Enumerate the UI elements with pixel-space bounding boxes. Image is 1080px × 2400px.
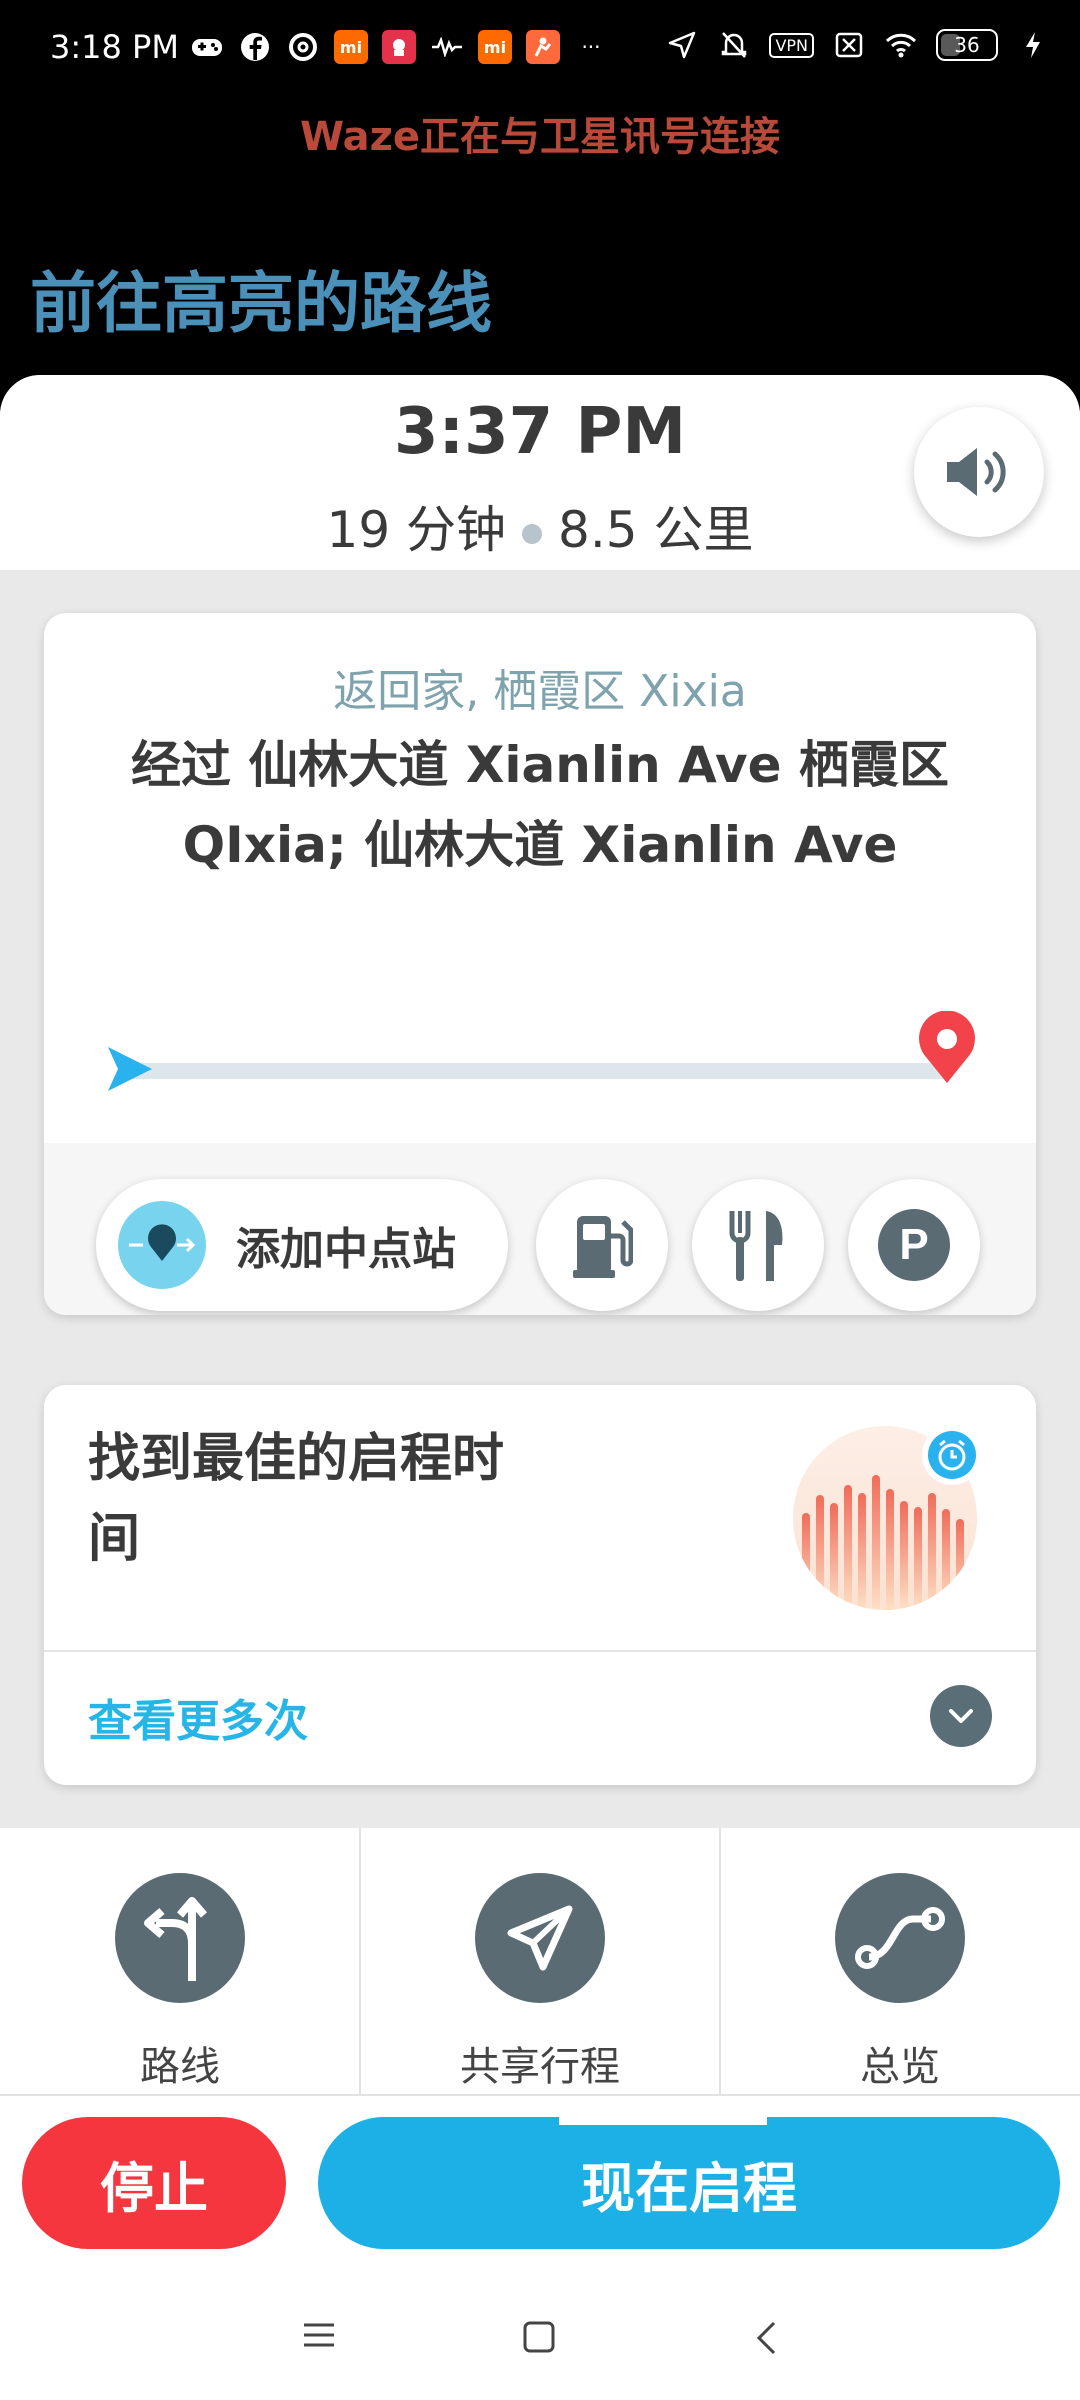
overview-tab-label: 总览 [860, 2044, 940, 2090]
threads-icon [286, 30, 320, 64]
orange-app-icon [526, 30, 560, 64]
charging-bolt-icon [1016, 28, 1050, 62]
expand-chevron-button[interactable] [930, 1685, 992, 1747]
route-actions: 添加中点站 P [44, 1143, 1036, 1315]
vpn-icon: VPN [769, 32, 814, 58]
best-departure-title: 找到最佳的启程时间 [88, 1429, 505, 1569]
route-panel: 3:37 PM 19 分钟 8.5 公里 返回家, 栖霞区 Xixia 经过 仙林… [0, 375, 1080, 2400]
overview-tab[interactable]: 总览 [720, 1828, 1080, 2094]
route-destination: 返回家, 栖霞区 Xixia [333, 666, 747, 717]
trip-distance: 8.5 公里 [558, 501, 754, 559]
send-arrow-icon [475, 1873, 605, 2003]
game-controller-icon [190, 30, 224, 64]
eta-header: 3:37 PM 19 分钟 8.5 公里 [0, 375, 1080, 570]
add-stop-button[interactable]: 添加中点站 [96, 1179, 508, 1311]
route-card[interactable]: 返回家, 栖霞区 Xixia 经过 仙林大道 Xianlin Ave 栖霞区 Q… [44, 613, 1036, 1315]
battery-level: 36 [954, 33, 980, 57]
route-progress-track [124, 1063, 954, 1079]
nav-bottom-divider [0, 2094, 1080, 2096]
departure-chart-icon [790, 1423, 982, 1613]
system-navigation-bar [0, 2280, 1080, 2400]
red-app-icon [382, 30, 416, 64]
sim-off-icon [832, 28, 866, 62]
back-button[interactable] [754, 2320, 778, 2360]
home-button[interactable] [522, 2320, 556, 2358]
separator-dot [522, 523, 543, 544]
autostart-countdown-bar [559, 2117, 767, 2125]
see-more-times-link[interactable]: 查看更多次 [88, 1685, 308, 1749]
card-divider [44, 1650, 1036, 1652]
status-time: 3:18 PM [50, 28, 179, 66]
mi-app-icon: mi [334, 30, 368, 64]
menu-button[interactable] [302, 2320, 336, 2354]
system-icons: VPN 36 [665, 28, 1050, 62]
page-title: 前往高亮的路线 [30, 265, 492, 342]
parking-button[interactable]: P [848, 1179, 980, 1311]
waveform-icon [430, 30, 464, 64]
share-trip-tab[interactable]: 共享行程 [360, 1828, 720, 2094]
wifi-icon [884, 28, 918, 62]
route-via-roads: 经过 仙林大道 Xianlin Ave 栖霞区 QIxia; 仙林大道 Xian… [131, 736, 949, 874]
menu-lines-icon [304, 2323, 334, 2347]
routes-tab[interactable]: 路线 [0, 1828, 360, 2094]
overview-path-icon [835, 1873, 965, 2003]
back-chevron-icon [756, 2321, 776, 2355]
current-position-arrow-icon [102, 1041, 158, 1101]
route-fork-icon [115, 1873, 245, 2003]
routes-tab-label: 路线 [140, 2044, 220, 2090]
notification-icons: mi mi ··· [190, 30, 608, 64]
food-button[interactable] [692, 1179, 824, 1311]
sound-button[interactable] [914, 407, 1044, 537]
gas-pump-icon [573, 1216, 633, 1278]
speaker-icon [947, 448, 1006, 496]
parking-icon: P [878, 1209, 950, 1281]
stop-button[interactable]: 停止 [22, 2117, 286, 2249]
trip-duration: 19 分钟 [326, 501, 507, 559]
gps-status-message: Waze正在与卫星讯号连接 [299, 114, 781, 160]
fork-knife-icon [729, 1211, 783, 1281]
mute-bell-icon [717, 28, 751, 62]
eta-summary: 19 分钟 8.5 公里 [0, 490, 1080, 562]
mi-app-icon: mi [478, 30, 512, 64]
battery-icon: 36 [936, 29, 998, 61]
start-now-button[interactable]: 现在启程 [318, 2117, 1060, 2249]
parking-letter: P [899, 1220, 928, 1269]
add-stop-label: 添加中点站 [236, 1224, 456, 1275]
status-bar: 3:18 PM mi mi ··· VPN 36 [0, 0, 1080, 96]
home-square-icon [523, 2321, 555, 2353]
destination-pin-icon [916, 1010, 978, 1089]
gas-station-button[interactable] [536, 1179, 668, 1311]
add-stop-icon [118, 1201, 206, 1289]
share-trip-tab-label: 共享行程 [460, 2044, 620, 2090]
start-now-label: 现在启程 [581, 2156, 797, 2220]
location-arrow-icon [665, 28, 699, 62]
facebook-icon [238, 30, 272, 64]
best-departure-card[interactable]: 找到最佳的启程时间 查看更多次 [44, 1385, 1036, 1785]
chevron-down-icon [949, 1709, 973, 1723]
more-dots-icon: ··· [581, 35, 601, 59]
